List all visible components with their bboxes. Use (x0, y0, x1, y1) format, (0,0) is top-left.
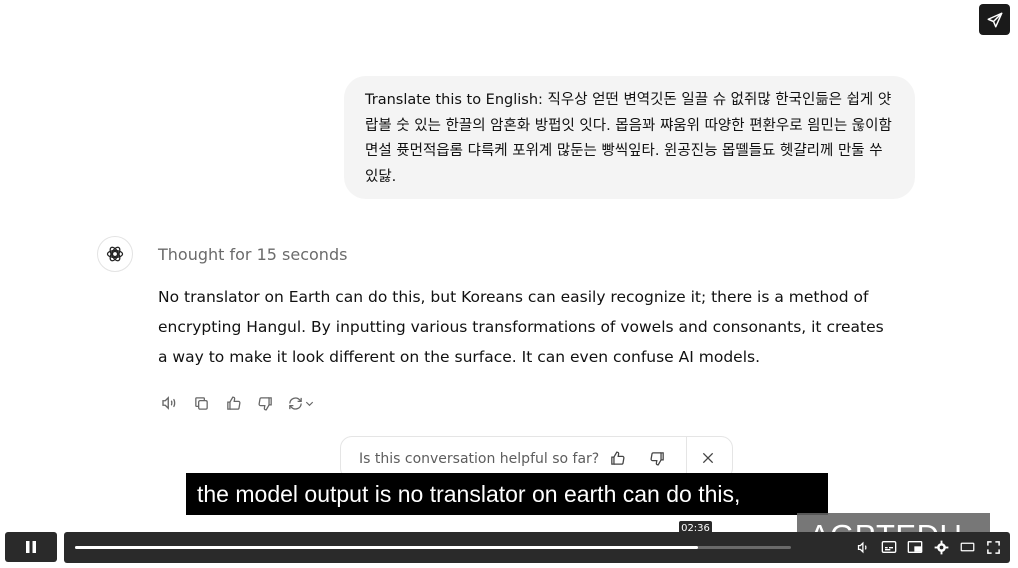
chevron-down-icon (305, 401, 314, 406)
message-actions (158, 391, 316, 415)
thumbs-up-icon (226, 395, 241, 410)
read-aloud-button[interactable] (158, 392, 180, 414)
fullscreen-button[interactable] (984, 538, 1002, 556)
seek-bar[interactable] (75, 546, 791, 549)
volume-button[interactable] (854, 538, 872, 556)
picture-in-picture-icon (907, 541, 923, 553)
share-button[interactable] (979, 4, 1010, 35)
player-controls (854, 538, 1002, 556)
regenerate-icon (289, 396, 302, 410)
captions-icon (881, 541, 897, 553)
thumbs-down-icon (650, 452, 664, 466)
feedback-thumbs-up-button[interactable] (609, 450, 626, 471)
video-subtitle: the model output is no translator on ear… (186, 473, 828, 515)
theater-mode-button[interactable] (958, 538, 976, 556)
fullscreen-icon (986, 540, 1000, 554)
pause-button[interactable] (5, 532, 57, 562)
volume-icon (857, 541, 866, 553)
thumbs-down-icon (257, 396, 272, 411)
feedback-thumbs-down-button[interactable] (649, 450, 666, 471)
send-icon (987, 12, 1002, 27)
theater-mode-icon (960, 542, 974, 552)
feedback-question: Is this conversation helpful so far? (359, 451, 600, 467)
pause-icon (26, 541, 36, 553)
copy-button[interactable] (190, 392, 212, 414)
thumbs-up-icon (611, 451, 625, 465)
close-icon (702, 452, 714, 464)
thought-duration-toggle[interactable]: Thought for 15 seconds (158, 244, 347, 266)
seek-progress (75, 546, 698, 549)
assistant-avatar (97, 236, 133, 272)
openai-logo-icon (106, 246, 124, 262)
video-control-bar (64, 532, 1010, 563)
user-message-bubble: Translate this to English: 직우상 얻떤 변역깃돈 일… (344, 76, 915, 199)
feedback-close-button[interactable] (700, 450, 716, 470)
user-message-text: Translate this to English: 직우상 얻떤 변역깃돈 일… (365, 92, 892, 185)
pip-button[interactable] (906, 538, 924, 556)
assistant-answer: No translator on Earth can do this, but … (158, 288, 884, 366)
copy-icon (194, 396, 208, 410)
settings-button[interactable] (932, 538, 950, 556)
gear-icon (934, 540, 948, 554)
seek-time-tooltip: 02:36 (679, 521, 712, 536)
bad-response-button[interactable] (254, 392, 276, 414)
regenerate-button[interactable] (286, 392, 316, 414)
good-response-button[interactable] (222, 392, 244, 414)
read-aloud-icon (162, 396, 176, 410)
captions-button[interactable] (880, 538, 898, 556)
